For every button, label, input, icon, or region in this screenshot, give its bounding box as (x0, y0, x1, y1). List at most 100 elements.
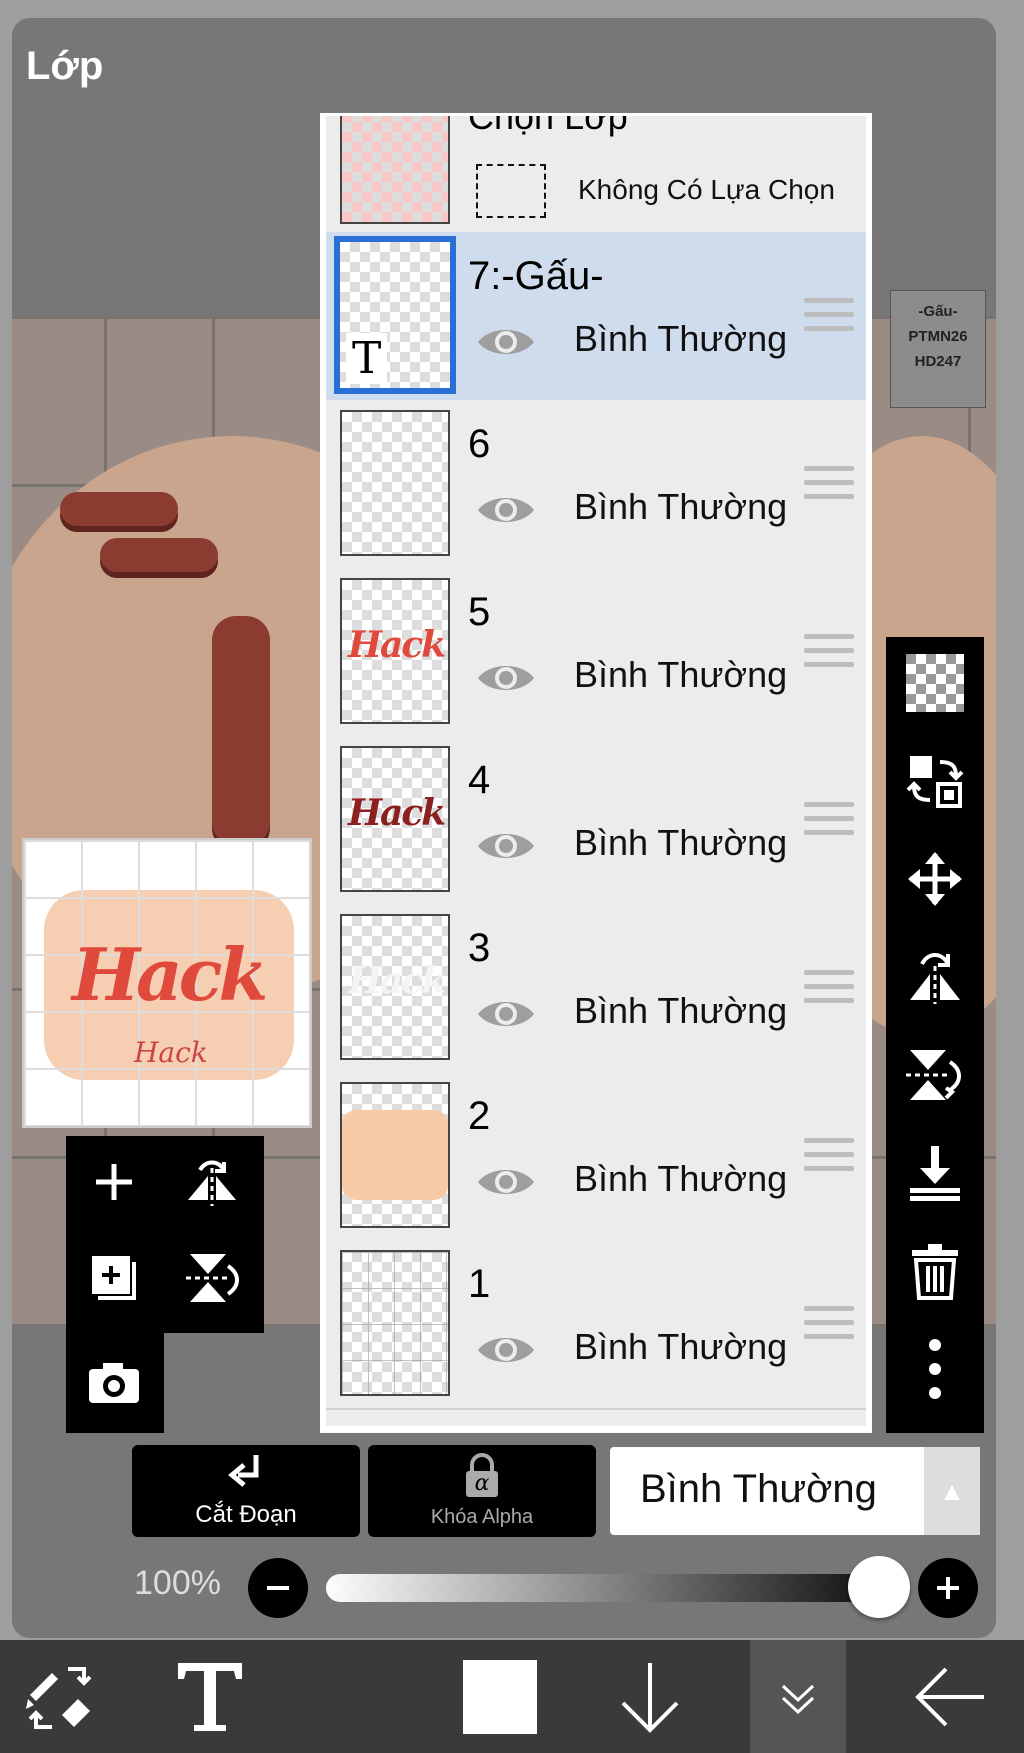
color-swatch[interactable] (450, 1640, 550, 1753)
camera-icon (89, 1363, 139, 1403)
opacity-slider[interactable] (326, 1574, 886, 1602)
selection-status: Không Có Lựa Chọn (578, 174, 835, 205)
left-toolbox (66, 1136, 264, 1333)
layer-row[interactable]: 6 Bình Thường (326, 400, 866, 570)
eye-icon[interactable] (476, 660, 536, 696)
layer-blend-mode: Bình Thường (574, 654, 788, 695)
layer-name: 7:-Gấu- (468, 254, 604, 298)
swap-layer-button[interactable] (903, 749, 967, 813)
layer-thumbnail (340, 1250, 450, 1396)
layer-name: 5 (468, 590, 491, 634)
selection-marquee-icon (476, 164, 546, 218)
plus-icon (96, 1164, 132, 1200)
selection-thumbnail (340, 116, 450, 224)
text-layer-icon: T (346, 333, 388, 384)
panel-title: Lớp (26, 44, 104, 88)
camera-button[interactable] (84, 1353, 144, 1413)
canvas-text-stamp: -Gấu- PTMN26 HD247 (890, 290, 986, 408)
flip-vertical-button[interactable] (182, 1248, 242, 1308)
layer-name: 6 (468, 422, 491, 466)
drag-handle-icon[interactable] (804, 634, 854, 674)
triangle-up-icon[interactable]: ▲ (924, 1447, 980, 1535)
drag-handle-icon[interactable] (804, 466, 854, 506)
delete-layer-button[interactable] (903, 1239, 967, 1303)
left-toolbox-extra (66, 1333, 164, 1433)
flip-horizontal-icon (910, 953, 960, 1004)
opacity-slider-knob[interactable] (848, 1556, 910, 1618)
layer-blend-mode: Bình Thường (574, 1326, 788, 1367)
eye-icon[interactable] (476, 1164, 536, 1200)
opacity-value: 100% (134, 1564, 221, 1602)
layer-thumbnail: T (334, 236, 456, 394)
more-options-button[interactable] (903, 1337, 967, 1401)
drag-handle-icon[interactable] (804, 970, 854, 1010)
layer-row[interactable]: Hack 4 Bình Thường (326, 736, 866, 906)
layer-name: 2 (468, 1094, 491, 1138)
duplicate-icon (92, 1256, 136, 1300)
eye-icon[interactable] (476, 996, 536, 1032)
bottom-toolbar (0, 1640, 1024, 1753)
flip-vertical-icon (186, 1254, 239, 1302)
drag-handle-icon[interactable] (804, 1138, 854, 1178)
move-button[interactable] (903, 847, 967, 911)
opacity-decrease-button[interactable] (248, 1558, 308, 1618)
eye-icon[interactable] (476, 828, 536, 864)
layer-thumbnail: Hack (340, 746, 450, 892)
layer-thumbnail (340, 410, 450, 556)
minus-icon (267, 1586, 289, 1590)
merge-down-button[interactable] (903, 1141, 967, 1205)
download-button[interactable] (600, 1640, 700, 1753)
layer-blend-mode: Bình Thường (574, 990, 788, 1031)
layer-blend-mode: Bình Thường (574, 822, 788, 863)
layer-row[interactable]: 1 Bình Thường (326, 1240, 866, 1410)
layer-blend-mode: Bình Thường (574, 1158, 788, 1199)
blend-mode-select[interactable]: Bình Thường ▲ (610, 1447, 980, 1535)
blend-mode-value: Bình Thường (640, 1467, 877, 1511)
checkerboard-icon (906, 654, 964, 712)
chevron-double-down-icon (781, 1684, 815, 1714)
brush-eraser-icon (26, 1666, 92, 1729)
transparent-background-button[interactable] (903, 651, 967, 715)
layers-button[interactable] (750, 1640, 846, 1753)
layer-row[interactable]: 2 Bình Thường (326, 1072, 866, 1242)
opacity-increase-button[interactable] (918, 1558, 978, 1618)
brush-eraser-toggle[interactable] (10, 1640, 110, 1753)
layer-name: 1 (468, 1262, 491, 1306)
eye-icon[interactable] (476, 492, 536, 528)
clipping-button[interactable]: Cắt Đoạn (132, 1445, 360, 1537)
flip-horizontal-button[interactable] (182, 1152, 242, 1212)
layer-row[interactable]: Hack 5 Bình Thường (326, 568, 866, 738)
back-button[interactable] (900, 1640, 1000, 1753)
layer-blend-mode: Bình Thường (574, 486, 788, 527)
layer-row[interactable]: Hack 3 Bình Thường (326, 904, 866, 1074)
flip-vertical-button[interactable] (903, 1043, 967, 1107)
text-icon (178, 1662, 242, 1731)
preview-sub-text: Hack (134, 1036, 208, 1069)
layer-thumbnail: Hack (340, 578, 450, 724)
alpha-lock-label: Khóa Alpha (430, 1506, 534, 1528)
flip-horizontal-icon (188, 1160, 236, 1206)
canvas-preview[interactable]: Hack Hack (22, 838, 312, 1128)
swap-icon (906, 756, 964, 808)
move-icon (908, 852, 962, 906)
duplicate-layer-button[interactable] (84, 1248, 144, 1308)
arrow-left-icon (915, 1667, 984, 1726)
layer-list[interactable]: Chọn Lớp Không Có Lựa Chọn T 7:-Gấu- Bìn… (320, 113, 872, 1433)
drag-handle-icon[interactable] (804, 802, 854, 842)
selection-layer-row[interactable]: Chọn Lớp Không Có Lựa Chọn (326, 116, 866, 234)
right-toolbox (886, 637, 984, 1433)
text-tool-button[interactable] (160, 1640, 260, 1753)
flip-horizontal-button[interactable] (903, 945, 967, 1009)
eye-icon[interactable] (476, 1332, 536, 1368)
color-swatch-square (463, 1659, 537, 1734)
drag-handle-icon[interactable] (804, 298, 854, 338)
alpha-lock-button[interactable]: α Khóa Alpha (368, 1445, 596, 1537)
add-layer-button[interactable] (84, 1152, 144, 1212)
flip-vertical-icon (906, 1050, 961, 1100)
layer-row[interactable]: T 7:-Gấu- Bình Thường (326, 232, 866, 402)
drag-handle-icon[interactable] (804, 1306, 854, 1346)
layer-thumbnail: Hack (340, 914, 450, 1060)
trash-icon (912, 1244, 958, 1300)
eye-icon[interactable] (476, 324, 536, 360)
alpha-symbol: α (474, 1471, 490, 1496)
